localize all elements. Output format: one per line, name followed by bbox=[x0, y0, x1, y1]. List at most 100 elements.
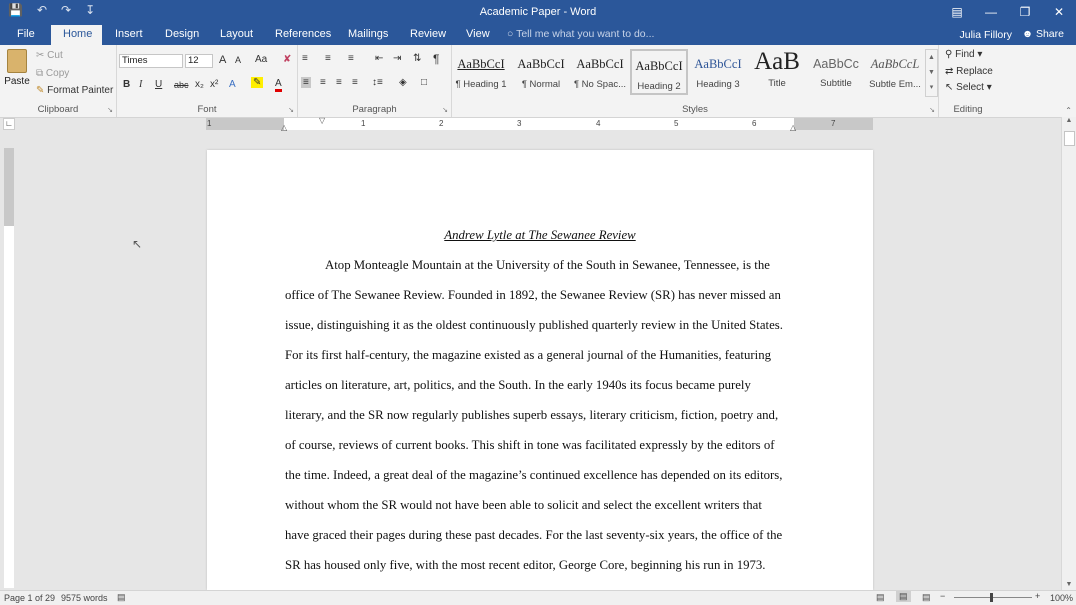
tab-design[interactable]: Design bbox=[165, 28, 199, 40]
style-no-spacing[interactable]: AaBbCcI ¶ No Spac... bbox=[571, 49, 629, 95]
style-heading-2[interactable]: AaBbCcI Heading 2 bbox=[630, 49, 688, 95]
tab-file[interactable]: File bbox=[17, 28, 35, 40]
font-color-icon[interactable]: A bbox=[275, 78, 282, 92]
bullets-icon[interactable]: ≡ bbox=[302, 53, 308, 64]
copy-button[interactable]: ⧉ Copy bbox=[36, 68, 69, 79]
tab-selector[interactable]: ∟ bbox=[3, 118, 15, 130]
shrink-font-button[interactable]: A bbox=[235, 55, 241, 65]
find-button[interactable]: ⚲ Find ▾ bbox=[945, 49, 982, 60]
dialog-launcher-icon[interactable]: ↘ bbox=[107, 106, 113, 114]
paragraph-dialog-launcher-icon[interactable]: ↘ bbox=[442, 106, 448, 114]
paragraph-line: issue, distinguishing it as the oldest c… bbox=[285, 318, 783, 332]
tell-me-box[interactable]: ○ Tell me what you want to do... bbox=[507, 28, 654, 40]
bold-button[interactable]: B bbox=[123, 79, 130, 90]
increase-indent-icon[interactable]: ⇥ bbox=[393, 53, 401, 64]
underline-button[interactable]: U bbox=[155, 79, 162, 90]
user-name[interactable]: Julia Fillory bbox=[959, 29, 1012, 41]
restore-button[interactable]: ❐ bbox=[1008, 0, 1042, 24]
paragraph-line: without whom the SR would not have been … bbox=[285, 498, 762, 512]
styles-scroll[interactable]: ▲ ▼ ▾ bbox=[925, 49, 938, 97]
style-heading-1[interactable]: AaBbCcI ¶ Heading 1 bbox=[452, 49, 510, 95]
scroll-up-icon[interactable]: ▲ bbox=[1062, 117, 1076, 129]
align-right-icon[interactable]: ≡ bbox=[336, 77, 342, 88]
ruler-number: 1 bbox=[207, 119, 212, 128]
lightbulb-icon: ○ bbox=[507, 28, 517, 40]
font-name-box[interactable]: Times bbox=[119, 54, 183, 68]
tab-insert[interactable]: Insert bbox=[115, 28, 143, 40]
font-size-box[interactable]: 12 bbox=[185, 54, 213, 68]
zoom-level[interactable]: 100% bbox=[1050, 593, 1073, 603]
style-title[interactable]: AaB Title bbox=[748, 49, 806, 95]
print-layout-icon[interactable]: ▤ bbox=[896, 591, 911, 602]
zoom-slider-thumb[interactable] bbox=[990, 593, 993, 602]
align-left-icon[interactable]: ≡ bbox=[301, 77, 311, 88]
paragraph-line: For its first half-century, the magazine… bbox=[285, 348, 771, 362]
justify-icon[interactable]: ≡ bbox=[352, 77, 358, 88]
person-icon: ☻ bbox=[1022, 28, 1036, 40]
page-count[interactable]: Page 1 of 29 bbox=[4, 593, 55, 603]
text-effects-icon[interactable]: A bbox=[229, 79, 236, 90]
proofing-icon[interactable]: ▤ bbox=[117, 592, 126, 603]
vertical-ruler[interactable] bbox=[4, 148, 14, 588]
share-button[interactable]: ☻ Share bbox=[1022, 28, 1064, 40]
word-count[interactable]: 9575 words bbox=[61, 593, 108, 603]
clear-formatting-icon[interactable]: ✘ bbox=[283, 54, 291, 65]
tab-references[interactable]: References bbox=[275, 28, 331, 40]
document-page[interactable]: Andrew Lytle at The Sewanee Review Atop … bbox=[207, 150, 873, 590]
web-layout-icon[interactable]: ▤ bbox=[922, 592, 931, 603]
style-subtitle[interactable]: AaBbCc Subtitle bbox=[807, 49, 865, 95]
minimize-button[interactable]: — bbox=[974, 0, 1008, 24]
line-spacing-icon[interactable]: ↕≡ bbox=[372, 77, 383, 88]
replace-button[interactable]: ⇄ Replace bbox=[945, 66, 993, 77]
shading-icon[interactable]: ◈ bbox=[399, 77, 407, 88]
right-indent-marker-icon[interactable]: △ bbox=[790, 123, 796, 132]
ruler-number: 3 bbox=[517, 119, 522, 128]
horizontal-ruler[interactable]: ∟ 1 1 2 3 4 5 6 7 ▽ △ △ bbox=[0, 116, 1062, 132]
decrease-indent-icon[interactable]: ⇤ bbox=[375, 53, 383, 64]
tab-review[interactable]: Review bbox=[410, 28, 446, 40]
tab-home[interactable]: Home bbox=[51, 25, 102, 45]
align-center-icon[interactable]: ≡ bbox=[320, 77, 326, 88]
change-case-button[interactable]: Aa bbox=[255, 54, 267, 65]
scroll-down-icon[interactable]: ▼ bbox=[1062, 581, 1076, 588]
read-mode-icon[interactable]: ▤ bbox=[876, 592, 885, 603]
close-button[interactable]: ✕ bbox=[1042, 0, 1076, 24]
subscript-button[interactable]: x₂ bbox=[195, 79, 204, 90]
superscript-button[interactable]: x² bbox=[210, 79, 218, 90]
ruler-number: 7 bbox=[831, 119, 836, 128]
sort-icon[interactable]: ⇅ bbox=[413, 53, 421, 64]
style-normal[interactable]: AaBbCcI ¶ Normal bbox=[512, 49, 570, 95]
italic-button[interactable]: I bbox=[139, 79, 142, 90]
show-formatting-icon[interactable]: ¶ bbox=[433, 52, 439, 66]
styles-group: AaBbCcI ¶ Heading 1 AaBbCcI ¶ Normal AaBbC… bbox=[452, 45, 939, 117]
zoom-in-icon[interactable]: + bbox=[1035, 591, 1040, 601]
font-dialog-launcher-icon[interactable]: ↘ bbox=[288, 106, 294, 114]
style-subtle-emphasis[interactable]: AaBbCcL Subtle Em... bbox=[866, 49, 924, 95]
paste-button[interactable]: Paste bbox=[4, 49, 30, 87]
borders-icon[interactable]: □ bbox=[421, 77, 427, 88]
strikethrough-button[interactable]: abc bbox=[174, 80, 189, 90]
scroll-thumb[interactable] bbox=[1064, 131, 1075, 146]
first-line-indent-marker-icon[interactable]: ▽ bbox=[319, 116, 325, 125]
zoom-out-icon[interactable]: − bbox=[940, 591, 945, 601]
zoom-slider[interactable] bbox=[954, 597, 1032, 598]
vertical-scrollbar[interactable]: ▲ ▼ bbox=[1061, 117, 1076, 590]
cut-button[interactable]: ✂ Cut bbox=[36, 50, 63, 61]
grow-font-button[interactable]: A bbox=[219, 54, 226, 66]
ruler-number: 5 bbox=[674, 119, 679, 128]
highlight-icon[interactable]: ✎ bbox=[251, 77, 264, 88]
status-bar: Page 1 of 29 9575 words ▤ ▤ ▤ ▤ − + 100% bbox=[0, 590, 1076, 605]
hanging-indent-marker-icon[interactable]: △ bbox=[281, 123, 287, 132]
format-painter-button[interactable]: ✎ Format Painter bbox=[36, 85, 113, 96]
select-button[interactable]: ↖ Select ▾ bbox=[945, 82, 992, 93]
brush-icon: ✎ bbox=[36, 85, 48, 96]
collapse-ribbon-icon[interactable]: ⌃ bbox=[1065, 106, 1072, 115]
multilevel-list-icon[interactable]: ≡ bbox=[348, 53, 354, 64]
style-heading-3[interactable]: AaBbCcI Heading 3 bbox=[689, 49, 747, 95]
numbering-icon[interactable]: ≡ bbox=[325, 53, 331, 64]
styles-dialog-launcher-icon[interactable]: ↘ bbox=[929, 106, 935, 114]
ribbon-display-options-icon[interactable]: ▤ bbox=[940, 0, 974, 24]
tab-layout[interactable]: Layout bbox=[220, 28, 253, 40]
tab-mailings[interactable]: Mailings bbox=[348, 28, 388, 40]
tab-view[interactable]: View bbox=[466, 28, 490, 40]
